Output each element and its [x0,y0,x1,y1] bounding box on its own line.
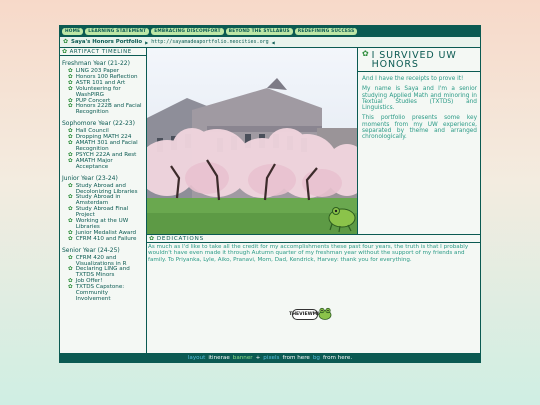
intro-paragraph: My name is Saya and I'm a senior studyin… [362,86,477,112]
dedications-text: As much as I'd like to take all the cred… [148,244,469,263]
flower-icon: ✿ [62,48,68,55]
credit-text: from here [282,354,310,361]
nav-tab-beyond-the-syllabus[interactable]: BEYOND THE SYLLABUS [225,28,293,35]
sidebar-link[interactable]: ✿ CFRM 410 and Failure [60,235,146,243]
flower-icon: ✿ [362,49,370,58]
site-badge[interactable]: THEVIEWMU [289,309,321,320]
nav-tab-redefining-success[interactable]: REDEFINING SUCCESS [294,28,358,35]
intro-title: I SURVIVED UW HONORS [371,50,457,70]
flower-icon: ✿ [68,284,73,291]
campus-photo [147,48,358,234]
flower-icon: ✿ [68,103,73,110]
year-heading: Sophomore Year (22-23) [62,120,135,128]
dedications-heading-label: DEDICATIONS [156,235,204,242]
sidebar-heading-label: ARTIFACT TIMELINE [69,48,132,55]
credit-text: from here. [322,354,353,361]
year-heading: Junior Year (23-24) [62,174,118,182]
credit-bg-link[interactable]: bg [313,355,320,361]
intro-paragraph: This portfolio presents some key moments… [362,115,477,141]
credit-banner-link[interactable]: banner [233,355,253,361]
sidebar-link[interactable]: ✿ TXTDS Capstone: Community Involvement [60,284,146,303]
frog-icon [318,305,332,324]
artifact-sidebar: ✿ ARTIFACT TIMELINE Freshman Year (21-22… [60,48,147,354]
top-navigation: HOME LEARNING STATEMENT EMBRACING DISCOM… [60,26,480,37]
credit-text: itinerae [208,354,230,361]
credit-text: + [255,354,261,361]
flower-icon: ✿ [149,234,155,242]
credits-footer: layout itinerae banner + pixels from her… [60,353,480,362]
year-heading: Senior Year (24-25) [62,246,120,254]
sidebar-heading: ✿ ARTIFACT TIMELINE [60,48,146,56]
nav-tab-home[interactable]: HOME [62,28,84,35]
quad-cherry-blossoms-image [147,48,357,234]
sidebar-link[interactable]: ✿ AMATH Major Acceptance [60,157,146,171]
browser-window: HOME LEARNING STATEMENT EMBRACING DISCOM… [59,25,481,363]
arrow-right-icon: ▶ [145,39,149,45]
flower-icon: ✿ [68,157,73,164]
page-title: Saya's Honors Portfolio [71,39,143,45]
credit-layout-link[interactable]: layout [188,355,205,361]
sidebar-link-label[interactable]: TXTDS Capstone: Community Involvement [76,284,144,303]
arrow-left-icon: ◀ [271,39,275,45]
url-field[interactable]: http://sayamadeaportfolio.neocities.org [151,39,268,45]
year-heading: Freshman Year (21-22) [62,60,130,67]
credit-pixels-link[interactable]: pixels [263,355,279,361]
site-badge-label: THEVIEWMU [289,312,321,317]
dedications-heading: ✿ DEDICATIONS [147,234,480,243]
nav-tab-learning-statement[interactable]: LEARNING STATEMENT [85,28,150,35]
intro-heading: ✿ I SURVIVED UW HONORS [358,48,480,72]
sidebar-link[interactable]: ✿ Volunteering for WashPIRG [60,85,146,99]
sidebar-link[interactable]: ✿ Honors 222B and Facial Recognition [60,104,146,116]
flower-icon: ✿ [68,85,73,92]
sidebar-link-label[interactable]: Honors 222B and Facial Recognition [76,104,144,116]
sidebar-link-label[interactable]: CFRM 410 and Failure [76,236,137,243]
nav-tab-embracing-discomfort[interactable]: EMBRACING DISCOMFORT [151,28,224,35]
intro-panel: ✿ I SURVIVED UW HONORS And I have the re… [358,48,480,234]
sidebar-link-label[interactable]: AMATH Major Acceptance [76,158,144,171]
address-bar: ✿ Saya's Honors Portfolio ▶ http://sayam… [60,37,480,48]
flower-icon: ✿ [63,38,69,45]
intro-tagline: And I have the receipts to prove it! [362,76,464,82]
sidebar-link-label[interactable]: Volunteering for WashPIRG [76,86,144,99]
flower-icon: ✿ [68,235,73,242]
